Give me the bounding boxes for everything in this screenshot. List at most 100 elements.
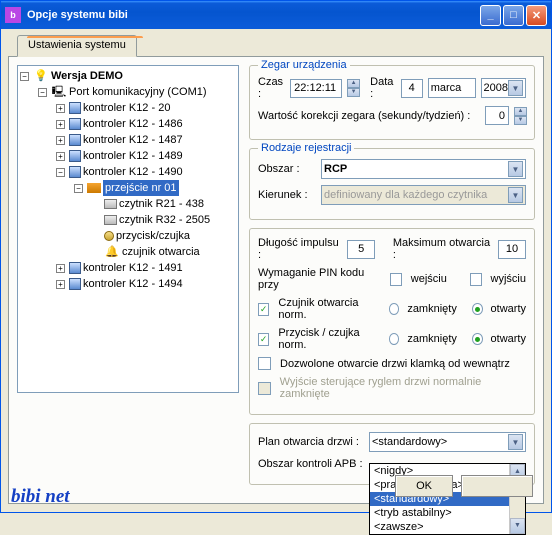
exit-checkbox[interactable] <box>470 273 482 286</box>
clock-legend: Zegar urządzenia <box>258 59 350 71</box>
button-open-radio[interactable] <box>472 333 482 345</box>
chevron-down-icon[interactable]: ▼ <box>508 434 523 450</box>
sensor-closed-radio[interactable] <box>389 303 400 315</box>
button-checkbox[interactable]: ✓ <box>258 333 269 346</box>
apb-option[interactable]: <tryb astabilny> <box>370 506 525 520</box>
tree-expand-icon[interactable]: + <box>56 120 65 129</box>
tree-controller[interactable]: kontroler K12 - 1486 <box>83 116 183 132</box>
tree-collapse-icon[interactable]: − <box>20 72 29 81</box>
tree-port[interactable]: Port komunikacyjny (COM1) <box>69 84 207 100</box>
lock-label: Wyjście sterujące ryglem drzwi normalnie… <box>280 376 526 400</box>
sensor-label: Czujnik otwarcia norm. <box>278 297 373 321</box>
tree-collapse-icon[interactable]: − <box>74 184 83 193</box>
tree-root[interactable]: Wersja DEMO <box>51 68 123 84</box>
tree-collapse-icon[interactable]: − <box>56 168 65 177</box>
port-icon <box>51 85 67 99</box>
titlebar[interactable]: b Opcje systemu bibi _ □ ✕ <box>1 1 551 29</box>
max-open-label: Maksimum otwarcia : <box>393 237 493 261</box>
entry-checkbox[interactable] <box>390 273 402 286</box>
ok-button[interactable]: OK <box>395 475 453 497</box>
scroll-down-icon[interactable]: ▼ <box>510 518 525 534</box>
tree-expand-icon[interactable]: + <box>56 104 65 113</box>
button-norm-label: Przycisk / czujka norm. <box>278 327 373 351</box>
tree-expand-icon[interactable]: + <box>56 280 65 289</box>
apb-dropdown[interactable]: <nigdy> <praca bistabilna> <standardowy>… <box>369 463 526 535</box>
tree-sensor[interactable]: czujnik otwarcia <box>122 244 200 260</box>
tree-expand-icon[interactable]: + <box>56 264 65 273</box>
device-tree[interactable]: −Wersja DEMO −Port komunikacyjny (COM1) … <box>17 65 239 393</box>
tree-controller[interactable]: kontroler K12 - 1487 <box>83 132 183 148</box>
max-open-input[interactable] <box>498 240 526 259</box>
date-label: Data : <box>370 76 396 100</box>
controller-icon <box>69 134 81 146</box>
chevron-down-icon[interactable]: ▼ <box>508 161 523 177</box>
window-title: Opcje systemu bibi <box>27 9 128 21</box>
apb-option[interactable]: <zawsze> <box>370 520 525 534</box>
reader-icon <box>104 199 117 209</box>
tree-controller[interactable]: kontroler K12 - 1494 <box>83 276 183 292</box>
plan-label: Plan otwarcia drzwi : <box>258 436 364 448</box>
tree-reader[interactable]: czytnik R32 - 2505 <box>119 212 210 228</box>
tree-controller[interactable]: kontroler K12 - 20 <box>83 100 170 116</box>
tree-expand-icon[interactable]: + <box>56 152 65 161</box>
registration-group: Rodzaje rejestracji Obszar : RCP▼ Kierun… <box>249 148 535 220</box>
tree-collapse-icon[interactable]: − <box>38 88 47 97</box>
sensor-icon <box>104 245 120 259</box>
entry-label: wejściu <box>411 273 447 285</box>
controller-icon <box>69 278 81 290</box>
button-closed-radio[interactable] <box>389 333 399 345</box>
sensor-open-radio[interactable] <box>472 303 483 315</box>
tree-expand-icon[interactable]: + <box>56 136 65 145</box>
time-input[interactable] <box>290 79 342 98</box>
registration-legend: Rodzaje rejestracji <box>258 142 354 154</box>
tree-controller[interactable]: kontroler K12 - 1489 <box>83 148 183 164</box>
direction-select: definiowany dla każdego czytnika ▼ <box>321 185 526 205</box>
window: b Opcje systemu bibi _ □ ✕ Ustawienia sy… <box>0 0 552 513</box>
direction-value: definiowany dla każdego czytnika <box>324 189 487 201</box>
tree-controller[interactable]: kontroler K12 - 1491 <box>83 260 183 276</box>
exit-label: wyjściu <box>491 273 526 285</box>
button-icon <box>104 231 114 241</box>
logo-text: bibi net <box>11 486 70 508</box>
handle-label: Dozwolone otwarcie drzwi klamką od wewną… <box>280 358 510 370</box>
handle-checkbox[interactable] <box>258 357 271 370</box>
month-value: marca <box>431 82 462 94</box>
bulb-icon <box>33 69 49 83</box>
apb-label: Obszar kontroli APB : <box>258 458 364 470</box>
area-select[interactable]: RCP ▼ <box>321 159 526 179</box>
tab-panel: −Wersja DEMO −Port komunikacyjny (COM1) … <box>8 56 544 504</box>
closed-label-2: zamknięty <box>407 333 457 345</box>
pulse-length-input[interactable] <box>347 240 375 259</box>
year-value: 2008 <box>484 82 508 94</box>
pulse-group: Długość impulsu : Maksimum otwarcia : Wy… <box>249 228 535 415</box>
minimize-button[interactable]: _ <box>480 5 501 26</box>
sensor-checkbox[interactable]: ✓ <box>258 303 269 316</box>
year-select[interactable]: 2008▼ <box>481 78 526 98</box>
chevron-down-icon[interactable]: ▼ <box>508 80 523 96</box>
spin-up-icon[interactable]: ▲ <box>514 107 527 116</box>
month-select[interactable]: marca <box>428 78 476 98</box>
plan-select[interactable]: <standardowy> ▼ <box>369 432 526 452</box>
tree-button[interactable]: przycisk/czujka <box>116 228 190 244</box>
spin-down-icon[interactable]: ▼ <box>514 116 527 125</box>
day-input[interactable] <box>401 79 423 98</box>
close-button[interactable]: ✕ <box>526 5 547 26</box>
tree-passage-selected[interactable]: przejście nr 01 <box>103 180 179 196</box>
direction-label: Kierunek : <box>258 189 316 201</box>
ok-label: OK <box>416 480 432 492</box>
correction-label: Wartość korekcji zegara (sekundy/tydzień… <box>258 110 470 122</box>
chevron-down-icon: ▼ <box>508 187 523 203</box>
area-label: Obszar : <box>258 163 316 175</box>
closed-label: zamknięty <box>407 303 457 315</box>
tree-reader[interactable]: czytnik R21 - 438 <box>119 196 204 212</box>
correction-input[interactable] <box>485 106 509 125</box>
tab-settings[interactable]: Ustawienia systemu <box>17 35 137 57</box>
tree-controller[interactable]: kontroler K12 - 1490 <box>83 164 183 180</box>
plan-value: <standardowy> <box>372 436 447 448</box>
spin-up-icon[interactable]: ▲ <box>347 79 360 88</box>
spin-down-icon[interactable]: ▼ <box>347 88 360 97</box>
maximize-button[interactable]: □ <box>503 5 524 26</box>
secondary-button[interactable] <box>461 475 533 497</box>
area-value: RCP <box>324 163 347 175</box>
pin-label: Wymaganie PIN kodu przy <box>258 267 376 291</box>
